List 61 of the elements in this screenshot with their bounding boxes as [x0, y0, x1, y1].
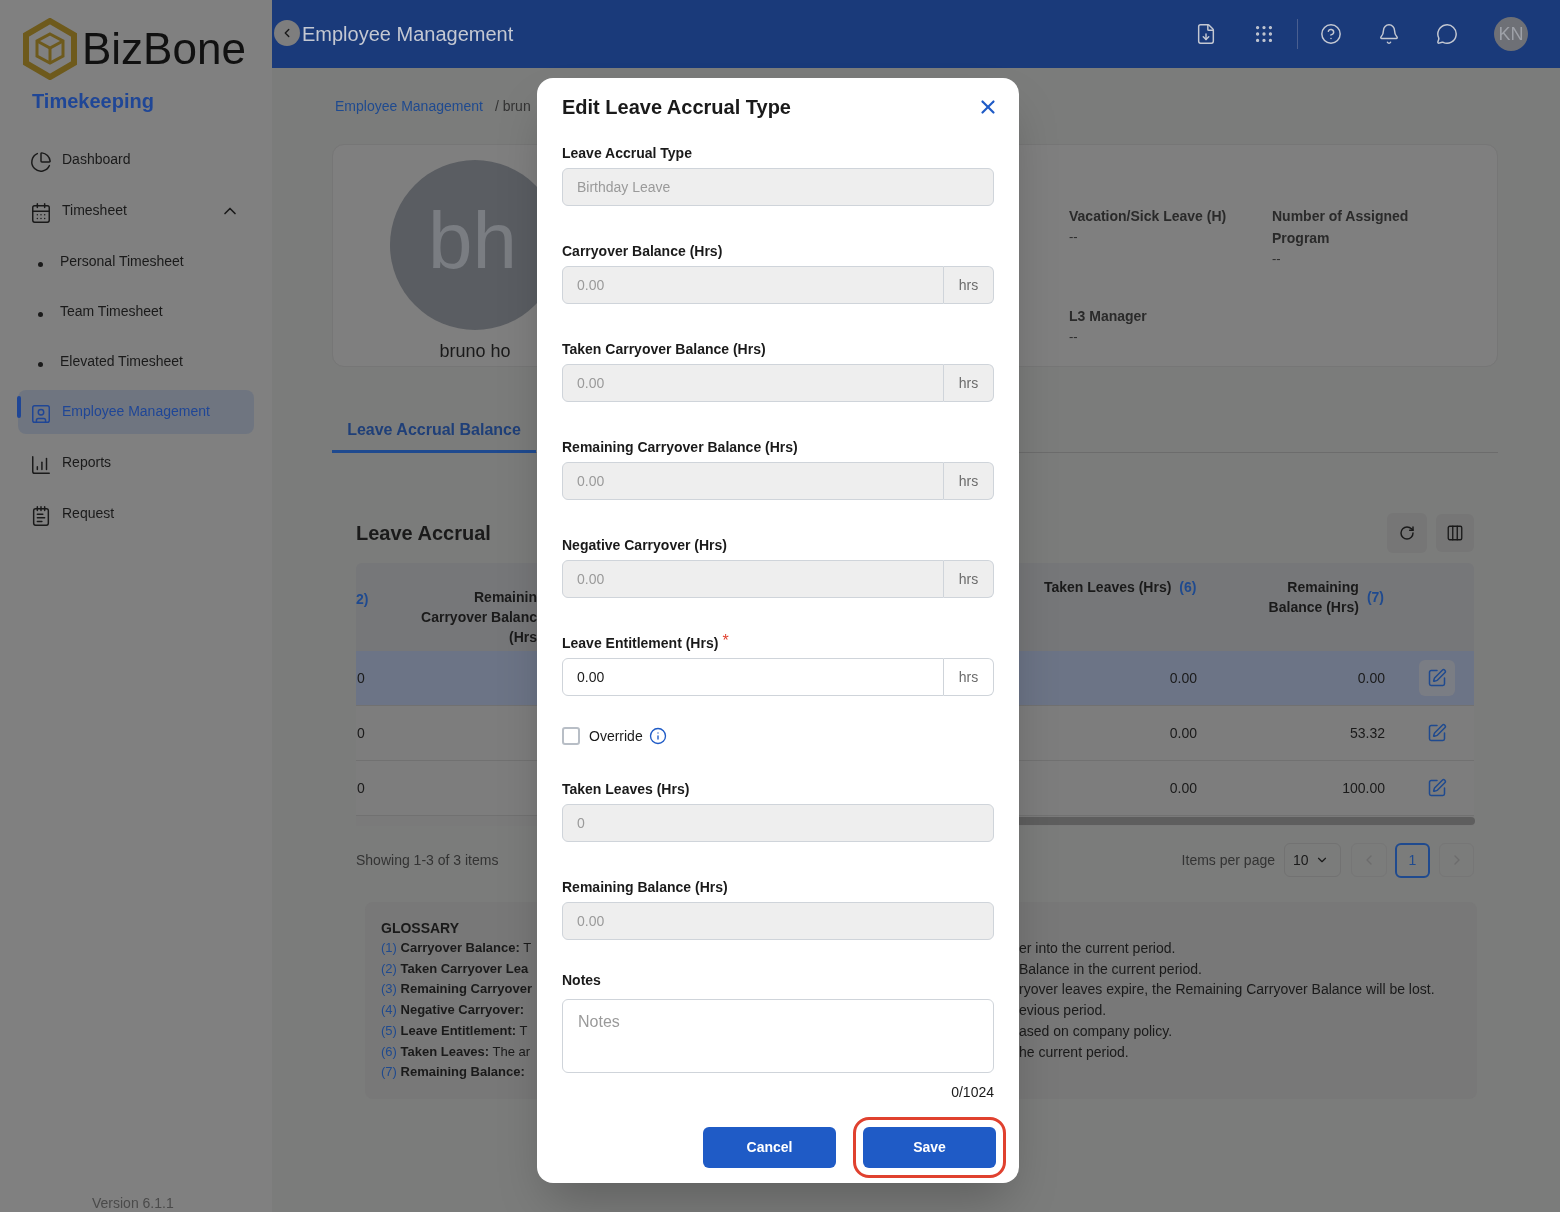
table-cell-text: 0.00 — [1169, 778, 1197, 798]
detail-label: Number of Assigned Program — [1272, 207, 1410, 248]
dialog-title: Edit Leave Accrual Type — [562, 95, 791, 120]
product-name: Timekeeping — [32, 89, 154, 114]
glossary-text: Balance in the current period. — [1019, 959, 1202, 979]
table-cell-text: 100.00 — [1342, 778, 1385, 798]
glossary-entry: (7) Remaining Balance: — [381, 1063, 525, 1082]
pagination-summary: Showing 1-3 of 3 items — [356, 850, 499, 870]
glossary-text: ased on company policy. — [1019, 1021, 1173, 1041]
items-per-page-label: Items per page — [1181, 850, 1275, 870]
unit-addon: hrs — [944, 462, 994, 500]
field-label: Taken Carryover Balance (Hrs) — [562, 340, 766, 359]
table-cell-text: 0 — [356, 778, 365, 798]
field-label: Taken Leaves (Hrs) — [562, 780, 690, 799]
column-ref: (7) — [1366, 588, 1384, 607]
table-cell-text: 0 — [356, 723, 365, 743]
field-label: Remaining Carryover Balance (Hrs) — [562, 438, 798, 457]
column-ref: (6) — [1179, 578, 1197, 597]
field-label: Carryover Balance (Hrs) — [562, 242, 723, 261]
field-label: Negative Carryover (Hrs) — [562, 536, 727, 555]
glossary-title: GLOSSARY — [381, 919, 460, 938]
glossary-entry: (3) Remaining Carryover — [381, 980, 532, 999]
unit-addon: hrs — [944, 266, 994, 304]
employee-name: bruno ho — [438, 340, 512, 363]
table-cell-text: 0.00 — [1169, 668, 1197, 688]
glossary-entry: (4) Negative Carryover: — [381, 1001, 525, 1020]
glossary-entry: (1) Carryover Balance: T — [381, 939, 532, 957]
required-mark: * — [722, 633, 729, 649]
glossary-text: evious period. — [1019, 1001, 1107, 1021]
field-label: Remaining Balance (Hrs) — [562, 878, 728, 897]
detail-value: -- — [1069, 327, 1078, 346]
table-cell-text: 53.32 — [1349, 723, 1385, 743]
section-title: Leave Accrual — [356, 521, 491, 546]
glossary-text: er into the current period. — [1019, 939, 1176, 958]
column-header: Remainin Carryover Balanc (Hrs — [421, 588, 537, 647]
unit-addon: hrs — [944, 658, 994, 696]
detail-value: -- — [1069, 228, 1078, 246]
column-header: Remaining Balance (Hrs) — [1267, 578, 1359, 617]
glossary-text: ryover leaves expire, the Remaining Carryover Balance will be lost. — [1019, 980, 1435, 1000]
glossary-entry: (6) Taken Leaves: The ar — [381, 1042, 531, 1061]
brand-name: BizBone — [82, 23, 246, 75]
table-cell-text: 0 — [356, 668, 365, 688]
detail-value: -- — [1272, 250, 1281, 268]
checkbox-label: Override — [589, 726, 643, 746]
detail-label: Vacation/Sick Leave (H) — [1069, 207, 1228, 226]
breadcrumb-current: / brun — [494, 96, 531, 116]
glossary-entry: (5) Leave Entitlement: T — [381, 1021, 528, 1040]
column-ref: 2) — [356, 590, 369, 609]
field-label: Leave Accrual Type — [562, 144, 692, 163]
table-cell-text: 0.00 — [1357, 668, 1385, 688]
field-label: Notes — [562, 971, 601, 990]
page-title: Employee Management — [302, 22, 514, 47]
glossary-entry: (2) Taken Carryover Lea — [381, 959, 529, 978]
glossary-text: he current period. — [1019, 1042, 1129, 1062]
unit-addon: hrs — [944, 364, 994, 402]
unit-addon: hrs — [944, 560, 994, 598]
detail-label: L3 Manager — [1069, 306, 1148, 326]
column-header: Taken Leaves (Hrs) — [1044, 578, 1172, 597]
character-counter: 0/1024 — [951, 1083, 994, 1102]
table-cell-text: 0.00 — [1169, 723, 1197, 743]
field-label: Leave Entitlement (Hrs) — [562, 634, 719, 653]
